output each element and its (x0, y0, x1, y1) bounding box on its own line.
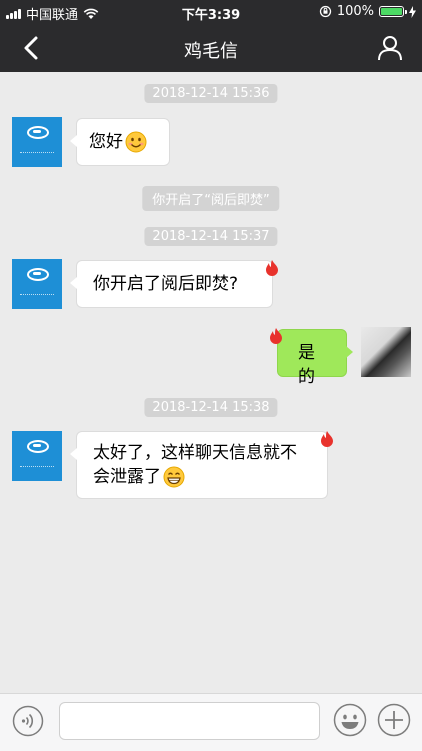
chat-title: 鸡毛信 (184, 41, 238, 62)
timestamp: 2018-12-14 15:38 (144, 398, 278, 417)
message-text: 是的 (298, 343, 315, 387)
profile-person-icon[interactable] (374, 32, 406, 64)
message-bubble-received[interactable]: 您好 (70, 118, 170, 166)
nav-bar: 鸡毛信 (0, 24, 422, 72)
contact-avatar[interactable] (12, 117, 62, 167)
flame-icon (321, 431, 333, 447)
contact-avatar[interactable] (12, 431, 62, 481)
message-text-line: 太好了，这样聊天信息就不 (93, 443, 297, 463)
rotation-lock-icon (319, 5, 331, 18)
battery-icon (379, 6, 407, 17)
message-text: 会泄露了 (93, 467, 161, 487)
message-bubble-received[interactable]: 太好了，这样聊天信息就不 会泄露了 (70, 431, 328, 499)
grin-emoji-icon (163, 466, 185, 488)
input-bar (0, 693, 422, 751)
message-bubble-sent[interactable]: 是的 (277, 329, 353, 387)
message-text-line-2: 会泄露了 (93, 465, 311, 489)
charging-icon (409, 5, 416, 18)
timestamp: 2018-12-14 15:37 (144, 227, 278, 246)
voice-icon[interactable] (12, 705, 44, 737)
plus-icon[interactable] (377, 703, 411, 737)
status-bar: 中国联通 下午3:39 100% (0, 0, 422, 24)
my-avatar[interactable] (361, 327, 411, 377)
system-message: 你开启了“阅后即焚” (142, 186, 280, 211)
message-text: 你开启了阅后即焚? (93, 274, 239, 294)
battery-label: 100% (336, 4, 374, 19)
status-right: 100% (319, 4, 416, 19)
back-chevron-left-icon[interactable] (16, 32, 48, 64)
flame-icon (266, 260, 278, 276)
message-input[interactable] (59, 702, 320, 740)
flame-icon (270, 328, 282, 344)
contact-avatar[interactable] (12, 259, 62, 309)
message-text: 您好 (89, 132, 123, 152)
message-bubble-received[interactable]: 你开启了阅后即焚? (70, 260, 273, 308)
emoji-icon[interactable] (333, 703, 367, 737)
timestamp: 2018-12-14 15:36 (144, 84, 278, 103)
smile-emoji-icon (125, 131, 147, 153)
